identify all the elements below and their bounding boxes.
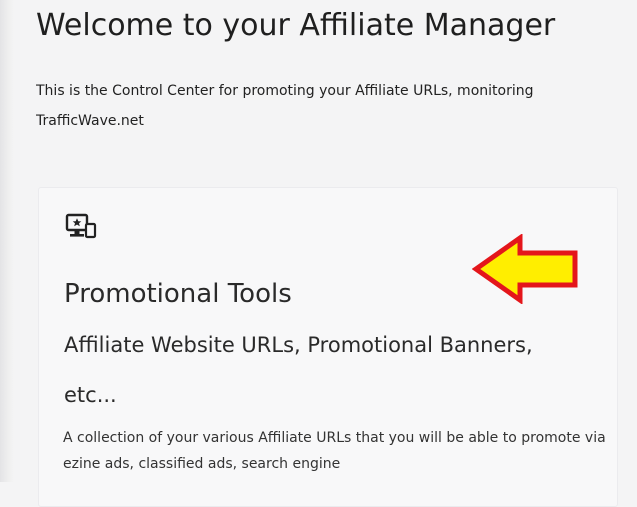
intro-line-1: This is the Control Center for promoting… <box>36 83 534 99</box>
desktop-mobile-star-icon <box>65 213 97 239</box>
card-title[interactable]: Promotional Tools <box>64 274 292 314</box>
card-description: A collection of your various Affiliate U… <box>63 430 606 472</box>
left-edge-shadow <box>0 0 14 482</box>
page-title: Welcome to your Affiliate Manager <box>36 8 556 43</box>
intro-line-2: TrafficWave.net <box>36 113 144 129</box>
intro-text: This is the Control Center for promoting… <box>36 76 637 136</box>
arrow-left-icon <box>472 234 578 304</box>
card-subtitle: Affiliate Website URLs, Promotional Bann… <box>64 333 533 407</box>
